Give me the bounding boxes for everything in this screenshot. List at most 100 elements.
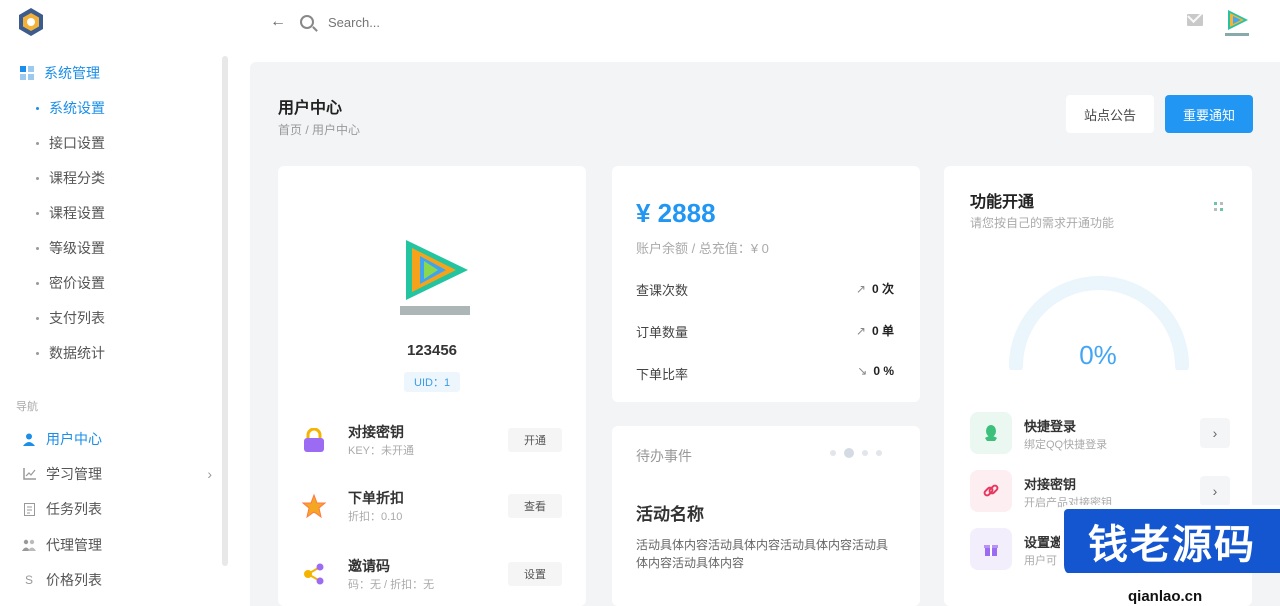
trend-up-icon: ↗ [855, 323, 866, 338]
user-icon [22, 432, 36, 446]
nav-section-title: 导航 [16, 401, 38, 413]
sidebar-item-system-settings[interactable]: 系统设置 [36, 98, 105, 118]
bullet-icon [36, 281, 39, 285]
important-notice-button[interactable]: 重要通知 [1165, 95, 1253, 133]
sidebar-item-price-list[interactable]: S 价格列表 [22, 570, 212, 590]
app-logo[interactable] [16, 7, 46, 37]
more-dots-icon[interactable] [1214, 202, 1224, 212]
group-icon [22, 538, 36, 552]
stat-value: 0 % [873, 364, 894, 378]
uid-badge: UID：1 [404, 372, 461, 392]
function-title: 快捷登录 [1024, 419, 1077, 434]
stat-label: 订单数量 [636, 325, 689, 340]
balance-card: ¥ 2888 账户余额 / 总充值：¥ 0 查课次数 ↗ 0 次 订单数量 ↗ 0 … [612, 166, 920, 402]
sidebar-item-course-settings[interactable]: 课程设置 [36, 203, 105, 223]
stat-label: 查课次数 [636, 283, 689, 298]
sidebar-item-level-settings[interactable]: 等级设置 [36, 238, 105, 258]
search-input[interactable] [328, 14, 488, 30]
chevron-right-icon[interactable]: › [1200, 418, 1230, 448]
sidebar-group-system[interactable]: 系统管理 [20, 63, 100, 83]
stat-value: 0 次 [871, 282, 894, 296]
sidebar-item-statistics[interactable]: 数据统计 [36, 343, 105, 363]
feature-title: 下单折扣 [348, 490, 404, 506]
stat-value-wrap: ↗ 0 次 [856, 280, 894, 297]
doc-icon [22, 502, 36, 516]
settings-button[interactable]: 设置 [508, 562, 562, 586]
stat-row: 订单数量 ↗ 0 单 [636, 322, 894, 342]
sidebar-group-label: 系统管理 [44, 65, 100, 81]
sidebar [0, 50, 230, 606]
qq-icon [970, 412, 1012, 454]
sidebar-item-learning[interactable]: 学习管理 › [22, 464, 212, 484]
function-title: 对接密钥 [1024, 477, 1077, 492]
gift-icon [970, 528, 1012, 570]
mail-icon[interactable] [1187, 14, 1203, 26]
sidebar-item-label: 数据统计 [49, 345, 105, 361]
feature-discount: 下单折扣 折扣：0.10 查看 [302, 488, 562, 528]
dollar-icon: S [24, 573, 33, 587]
sidebar-item-payment-list[interactable]: 支付列表 [36, 308, 105, 328]
feature-title: 对接密钥 [348, 424, 404, 440]
feature-sub: KEY：未开通 [348, 445, 415, 457]
feature-api-key: 对接密钥 KEY：未开通 开通 [302, 422, 562, 462]
activate-button[interactable]: 开通 [508, 428, 562, 452]
view-button[interactable]: 查看 [508, 494, 562, 518]
sidebar-item-user-center[interactable]: 用户中心 [22, 429, 212, 449]
back-arrow-icon[interactable]: ← [270, 13, 286, 31]
function-sub: 用户可 [1024, 555, 1057, 567]
stat-value-wrap: ↗ 0 单 [856, 322, 894, 339]
stat-row: 查课次数 ↗ 0 次 [636, 280, 894, 300]
sidebar-item-price-settings[interactable]: 密价设置 [36, 273, 105, 293]
bullet-icon [36, 316, 39, 320]
watermark-text: 钱老源码 [1088, 522, 1256, 568]
search-icon[interactable] [300, 15, 314, 29]
feature-sub: 折扣：0.10 [348, 511, 403, 523]
stat-value-wrap: ↘ 0 % [857, 364, 894, 378]
watermark-banner: 钱老源码 [1060, 505, 1280, 573]
activity-body: 活动具体内容活动具体内容活动具体内容活动具体内容活动具体内容 [636, 538, 889, 570]
bullet-icon [36, 106, 39, 110]
carousel-dot[interactable] [876, 450, 882, 456]
feature-invite-code: 邀请码 码：无 / 折扣：无 设置 [302, 556, 562, 596]
chart-icon [22, 467, 36, 481]
todo-title: 待办事件 [636, 448, 692, 464]
carousel-dot[interactable] [862, 450, 868, 456]
bullet-icon [36, 141, 39, 145]
sidebar-item-label: 价格列表 [46, 572, 102, 588]
profile-avatar [400, 240, 470, 315]
sidebar-item-label: 学习管理 [46, 466, 102, 482]
trend-down-icon: ↘ [857, 364, 868, 378]
grid-icon [20, 66, 34, 80]
carousel-dots[interactable] [830, 448, 882, 458]
sidebar-item-label: 支付列表 [49, 310, 105, 326]
share-icon [302, 562, 326, 586]
functions-title: 功能开通 [970, 194, 1035, 211]
sidebar-item-label: 接口设置 [49, 135, 105, 151]
watermark-url: qianlao.cn [1128, 588, 1203, 605]
sidebar-item-label: 等级设置 [49, 240, 105, 256]
sidebar-item-course-category[interactable]: 课程分类 [36, 168, 105, 188]
chevron-right-icon[interactable]: › [1200, 476, 1230, 506]
sidebar-scrollbar[interactable] [222, 56, 228, 566]
stat-row: 下单比率 ↘ 0 % [636, 364, 894, 384]
bullet-icon [36, 351, 39, 355]
sidebar-item-task-list[interactable]: 任务列表 [22, 499, 212, 519]
sidebar-item-api-settings[interactable]: 接口设置 [36, 133, 105, 153]
bullet-icon [36, 246, 39, 250]
carousel-dot-active[interactable] [844, 448, 854, 458]
sidebar-item-label: 密价设置 [49, 275, 105, 291]
site-notice-button[interactable]: 站点公告 [1066, 95, 1154, 133]
page-title: 用户中心 [278, 100, 343, 117]
balance-sub: 账户余额 / 总充值：¥ 0 [636, 241, 769, 256]
carousel-dot[interactable] [830, 450, 836, 456]
sidebar-item-agent[interactable]: 代理管理 [22, 535, 212, 555]
sidebar-item-label: 代理管理 [46, 537, 102, 553]
feature-title: 邀请码 [348, 558, 390, 574]
sidebar-item-label: 用户中心 [46, 431, 102, 447]
avatar[interactable] [1222, 6, 1252, 38]
link-icon [970, 470, 1012, 512]
function-title: 设置邀 [1024, 535, 1064, 550]
sidebar-item-label: 系统设置 [49, 100, 105, 116]
balance-amount: ¥ 2888 [636, 198, 716, 228]
bullet-icon [36, 211, 39, 215]
